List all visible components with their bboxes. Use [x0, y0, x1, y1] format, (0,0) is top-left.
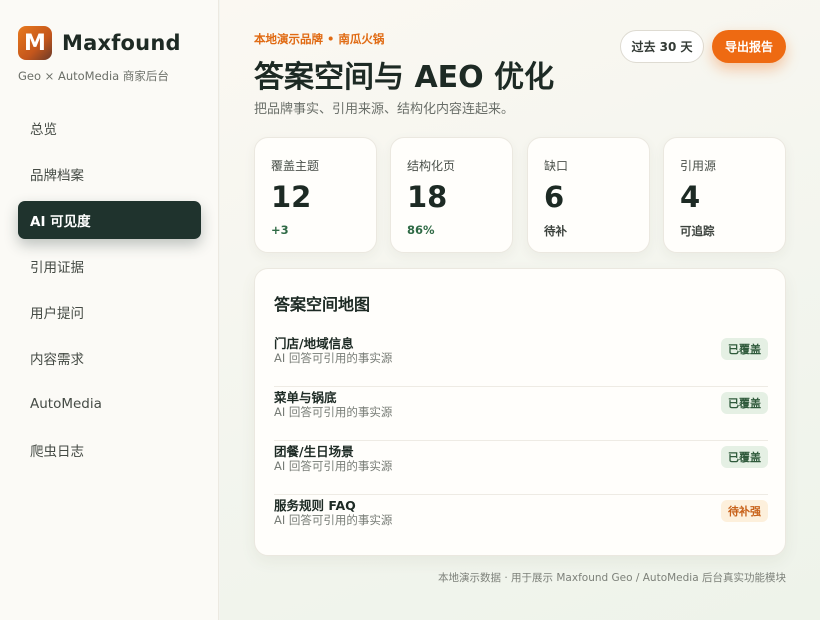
status-badge: 已覆盖	[721, 392, 768, 414]
answer-space-map-title: 答案空间地图	[274, 295, 371, 314]
row-topic-description: AI 回答可引用的事实源	[274, 405, 393, 419]
stat-card-topics: 覆盖主题 12 +3	[254, 137, 377, 253]
sidebar-item-crawler-log[interactable]: 爬虫日志	[18, 431, 201, 469]
sidebar-item-ai-visibility[interactable]: AI 可见度	[18, 201, 201, 239]
sidebar-item-user-questions[interactable]: 用户提问	[18, 293, 201, 331]
stat-note: 待补	[544, 224, 567, 238]
stat-card-citation-sources: 引用源 4 可追踪	[663, 137, 786, 253]
stat-card-gaps: 缺口 6 待补	[527, 137, 650, 253]
brand-subtitle: Geo × AutoMedia 商家后台	[18, 69, 169, 83]
answer-map-row[interactable]: 门店/地域信息 AI 回答可引用的事实源 已覆盖	[274, 333, 768, 387]
stat-label: 引用源	[680, 159, 717, 173]
row-topic-description: AI 回答可引用的事实源	[274, 351, 393, 365]
stat-label: 缺口	[544, 159, 569, 173]
page-title: 答案空间与 AEO 优化	[254, 60, 555, 95]
sidebar-item-citation-evidence[interactable]: 引用证据	[18, 247, 201, 285]
stat-label: 覆盖主题	[271, 159, 320, 173]
main-content: 本地演示品牌 • 南瓜火锅 答案空间与 AEO 优化 把品牌事实、引用来源、结构…	[220, 0, 820, 620]
brand-eyebrow: 本地演示品牌 • 南瓜火锅	[254, 32, 385, 46]
sidebar-item-brand-profile[interactable]: 品牌档案	[18, 155, 201, 193]
status-badge: 已覆盖	[721, 338, 768, 360]
stat-value: 12	[271, 180, 312, 214]
logo-icon: M	[18, 26, 52, 60]
stat-value: 4	[680, 180, 701, 214]
answer-map-row[interactable]: 服务规则 FAQ AI 回答可引用的事实源 待补强	[274, 495, 768, 549]
stat-note: 86%	[407, 223, 435, 237]
brand-name: Maxfound	[62, 31, 181, 55]
answer-map-row[interactable]: 团餐/生日场景 AI 回答可引用的事实源 已覆盖	[274, 441, 768, 495]
date-range-button[interactable]: 过去 30 天	[620, 30, 704, 63]
sidebar-item-automedia[interactable]: AutoMedia	[18, 385, 201, 423]
row-topic-description: AI 回答可引用的事实源	[274, 513, 393, 527]
stat-note: 可追踪	[680, 224, 715, 238]
status-badge: 待补强	[721, 500, 768, 522]
export-report-button[interactable]: 导出报告	[712, 30, 786, 63]
stat-value: 18	[407, 180, 448, 214]
sidebar: M Maxfound Geo × AutoMedia 商家后台 总览 品牌档案 …	[0, 0, 219, 620]
sidebar-item-overview[interactable]: 总览	[18, 109, 201, 147]
footer-note: 本地演示数据 · 用于展示 Maxfound Geo / AutoMedia 后…	[438, 572, 786, 584]
row-topic-description: AI 回答可引用的事实源	[274, 459, 393, 473]
stat-value: 6	[544, 180, 565, 214]
answer-map-row[interactable]: 菜单与锅底 AI 回答可引用的事实源 已覆盖	[274, 387, 768, 441]
stat-label: 结构化页	[407, 159, 456, 173]
page-subtitle: 把品牌事实、引用来源、结构化内容连起来。	[254, 102, 515, 117]
brand[interactable]: M Maxfound	[18, 26, 181, 60]
stat-card-structured-pages: 结构化页 18 86%	[390, 137, 513, 253]
answer-space-map-card: 答案空间地图 门店/地域信息 AI 回答可引用的事实源 已覆盖 菜单与锅底 AI…	[254, 268, 786, 556]
stat-note: +3	[271, 223, 289, 237]
status-badge: 已覆盖	[721, 446, 768, 468]
sidebar-item-content-needs[interactable]: 内容需求	[18, 339, 201, 377]
sidebar-nav: 总览 品牌档案 AI 可见度 引用证据 用户提问 内容需求 AutoMedia …	[18, 109, 201, 477]
